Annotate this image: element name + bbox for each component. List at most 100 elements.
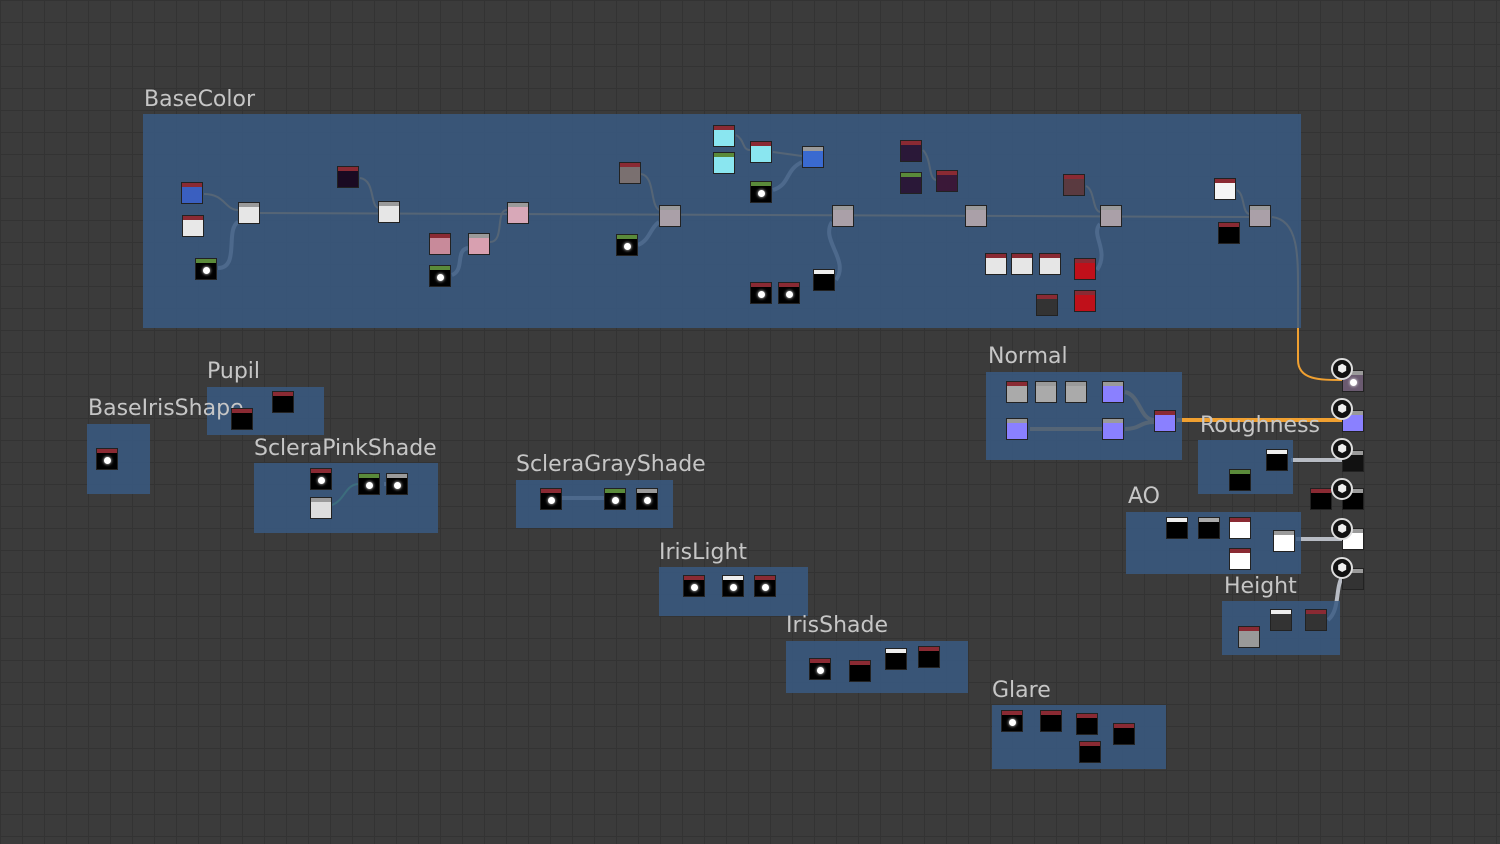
frame-title-sclerapinkshade[interactable]: ScleraPinkShade: [254, 436, 437, 461]
frame-title-irisshade[interactable]: IrisShade: [786, 613, 888, 638]
output-cube-icon[interactable]: ⬢: [1331, 518, 1353, 540]
frame-title-irislight[interactable]: IrisLight: [659, 540, 747, 565]
graph-node[interactable]: [754, 575, 776, 597]
graph-node[interactable]: [507, 202, 529, 224]
graph-node[interactable]: [1166, 517, 1188, 539]
graph-node[interactable]: [849, 660, 871, 682]
graph-node[interactable]: [1273, 530, 1295, 552]
graph-node[interactable]: [429, 233, 451, 255]
graph-node[interactable]: [1270, 609, 1292, 631]
graph-node[interactable]: [1310, 488, 1332, 510]
graph-node[interactable]: [900, 140, 922, 162]
graph-node[interactable]: [181, 182, 203, 204]
graph-node[interactable]: [1249, 205, 1271, 227]
graph-node[interactable]: [386, 473, 408, 495]
graph-node[interactable]: [182, 215, 204, 237]
graph-node[interactable]: [985, 253, 1007, 275]
graph-node[interactable]: [900, 172, 922, 194]
graph-node[interactable]: [1113, 723, 1135, 745]
graph-node[interactable]: [272, 391, 294, 413]
node-thumbnail: [758, 190, 765, 197]
graph-node[interactable]: [750, 181, 772, 203]
graph-node[interactable]: [713, 125, 735, 147]
graph-node[interactable]: [238, 202, 260, 224]
graph-node[interactable]: [310, 468, 332, 490]
graph-node[interactable]: [918, 646, 940, 668]
graph-node[interactable]: [1001, 710, 1023, 732]
graph-node[interactable]: [965, 205, 987, 227]
graph-node[interactable]: [1198, 517, 1220, 539]
graph-node[interactable]: [1039, 253, 1061, 275]
graph-node[interactable]: [1229, 469, 1251, 491]
frame-title-pupil[interactable]: Pupil: [207, 359, 260, 384]
graph-node[interactable]: [468, 233, 490, 255]
output-cube-icon[interactable]: ⬢: [1331, 438, 1353, 460]
graph-node[interactable]: [604, 488, 626, 510]
graph-node[interactable]: [802, 146, 824, 168]
graph-node[interactable]: [1214, 178, 1236, 200]
graph-node[interactable]: [1238, 626, 1260, 648]
graph-node[interactable]: [809, 658, 831, 680]
graph-node[interactable]: [1006, 418, 1028, 440]
graph-node[interactable]: [1154, 410, 1176, 432]
frame-title-ao[interactable]: AO: [1128, 484, 1160, 509]
graph-node[interactable]: [1102, 418, 1124, 440]
graph-node[interactable]: [936, 170, 958, 192]
graph-node[interactable]: [832, 205, 854, 227]
graph-node[interactable]: [885, 648, 907, 670]
graph-node[interactable]: [540, 488, 562, 510]
graph-node[interactable]: [1229, 517, 1251, 539]
frame-title-normal[interactable]: Normal: [988, 344, 1068, 369]
graph-node[interactable]: [231, 408, 253, 430]
output-cube-icon[interactable]: ⬢: [1331, 557, 1353, 579]
output-cube-icon[interactable]: ⬢: [1331, 478, 1353, 500]
graph-node[interactable]: [1065, 381, 1087, 403]
frame-title-baseirisshape[interactable]: BaseIrisShape: [88, 396, 244, 421]
graph-node[interactable]: [1266, 449, 1288, 471]
graph-node[interactable]: [713, 152, 735, 174]
graph-node[interactable]: [1074, 290, 1096, 312]
output-cube-icon[interactable]: ⬢: [1331, 398, 1353, 420]
frame-title-basecolor[interactable]: BaseColor: [144, 87, 255, 112]
node-header: [1077, 714, 1097, 718]
frame-title-height[interactable]: Height: [1224, 574, 1297, 599]
graph-node[interactable]: [429, 265, 451, 287]
graph-node[interactable]: [1079, 741, 1101, 763]
graph-node[interactable]: [1036, 294, 1058, 316]
graph-node[interactable]: [1218, 222, 1240, 244]
node-header: [1103, 382, 1123, 386]
graph-node[interactable]: [1229, 548, 1251, 570]
graph-node[interactable]: [616, 234, 638, 256]
graph-node[interactable]: [1305, 609, 1327, 631]
output-cube-icon[interactable]: ⬢: [1331, 358, 1353, 380]
graph-node[interactable]: [1063, 174, 1085, 196]
graph-node[interactable]: [195, 258, 217, 280]
graph-node[interactable]: [1011, 253, 1033, 275]
graph-node[interactable]: [96, 448, 118, 470]
frame-title-glare[interactable]: Glare: [992, 678, 1051, 703]
graph-node[interactable]: [1040, 710, 1062, 732]
graph-node[interactable]: [813, 269, 835, 291]
graph-node[interactable]: [1006, 381, 1028, 403]
graph-node[interactable]: [1100, 205, 1122, 227]
graph-node[interactable]: [778, 282, 800, 304]
frame-sclerapinkshade[interactable]: [254, 463, 438, 533]
graph-node[interactable]: [358, 473, 380, 495]
node-header: [1012, 254, 1032, 258]
graph-node[interactable]: [1076, 713, 1098, 735]
graph-node[interactable]: [378, 201, 400, 223]
frame-title-roughness[interactable]: Roughness: [1200, 413, 1320, 438]
frame-title-scleragrayshade[interactable]: ScleraGrayShade: [516, 452, 706, 477]
graph-node[interactable]: [1035, 381, 1057, 403]
graph-node[interactable]: [310, 497, 332, 519]
graph-node[interactable]: [1102, 381, 1124, 403]
graph-node[interactable]: [1074, 258, 1096, 280]
graph-node[interactable]: [722, 575, 744, 597]
graph-node[interactable]: [636, 488, 658, 510]
graph-node[interactable]: [659, 205, 681, 227]
graph-node[interactable]: [750, 282, 772, 304]
graph-node[interactable]: [619, 162, 641, 184]
graph-node[interactable]: [750, 141, 772, 163]
graph-node[interactable]: [683, 575, 705, 597]
graph-node[interactable]: [337, 166, 359, 188]
